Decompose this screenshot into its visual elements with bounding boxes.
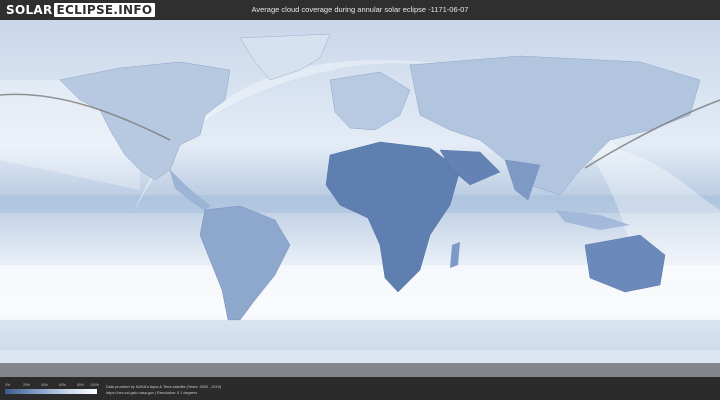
legend-tick: 0% xyxy=(5,383,11,387)
legend-tick: 100% xyxy=(90,383,99,387)
map-bottom-strip xyxy=(0,363,720,377)
legend-tick: 20% xyxy=(23,383,31,387)
legend-tick: 80% xyxy=(77,383,85,387)
legend-tick: 60% xyxy=(59,383,67,387)
data-credit: Data provided by NASA's Aqua & Terra sat… xyxy=(106,385,222,389)
data-source-link[interactable]: https://neo.sci.gsfc.nasa.gov | Resoluti… xyxy=(106,391,197,395)
legend-color-scale xyxy=(5,389,97,394)
southern-ocean-clouds xyxy=(0,320,720,350)
cloud-coverage-map xyxy=(0,20,720,377)
legend-tick: 40% xyxy=(41,383,49,387)
map-title: Average cloud coverage during annular so… xyxy=(251,5,469,14)
header-bar: SOLAR ECLIPSE.INFO Average cloud coverag… xyxy=(0,0,720,20)
